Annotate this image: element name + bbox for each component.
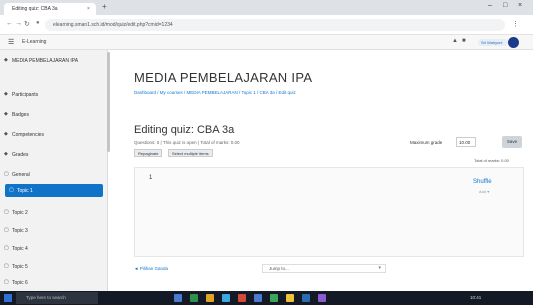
drawer-item-participants[interactable]: ◆ Participants <box>0 88 106 101</box>
drawer-item-badges[interactable]: ◆ Badges <box>0 108 106 121</box>
close-window-icon[interactable]: × <box>518 2 522 9</box>
total-marks: Total of marks: 0.00 <box>474 158 509 163</box>
app-icon[interactable] <box>238 294 246 302</box>
prev-activity-link[interactable]: ◄ Pilihan Ganda <box>134 266 168 271</box>
drawer-item-general[interactable]: ▢ General <box>0 168 106 181</box>
drawer-item-grades[interactable]: ◆ Grades <box>0 148 106 161</box>
tab-close-icon[interactable]: × <box>87 6 90 12</box>
nav-drawer: ◆ MEDIA PEMBELAJARAN IPA ◆ Participants ◆ B… <box>0 50 108 291</box>
menu-icon[interactable]: ☰ <box>8 38 14 46</box>
course-title: MEDIA PEMBELAJARAN IPA <box>134 70 313 85</box>
site-navbar: ☰ E-Learning ▲ ■ Sri Wahyuni <box>0 35 533 50</box>
new-tab-icon[interactable]: + <box>102 3 107 11</box>
browser-tab-strip: Editing quiz: CBA 3a × + – □ × <box>0 0 533 15</box>
site-name[interactable]: E-Learning <box>22 39 46 45</box>
edge-icon[interactable] <box>222 294 230 302</box>
drawer-item-topic-2[interactable]: ▢ Topic 2 <box>0 206 106 219</box>
shuffle-checkbox[interactable]: Shuffle <box>473 179 492 185</box>
back-icon[interactable]: ← <box>6 20 13 27</box>
breadcrumb[interactable]: Dashboard / My courses / MEDIA PEMBELAJA… <box>134 90 296 95</box>
avatar[interactable] <box>508 37 519 48</box>
grades-icon: ◆ <box>4 151 8 157</box>
quiz-page-panel: 1 Shuffle Add ▾ <box>134 167 524 257</box>
page-number: 1 <box>149 175 153 181</box>
save-button[interactable]: Save <box>502 136 522 148</box>
badge-icon: ◆ <box>4 111 8 117</box>
browser-tab[interactable]: Editing quiz: CBA 3a × <box>4 3 96 15</box>
taskbar-search-input[interactable]: Type here to search <box>16 292 98 304</box>
course-icon: ◆ <box>4 57 8 63</box>
messages-icon[interactable]: ■ <box>462 38 466 44</box>
add-menu[interactable]: Add ▾ <box>479 189 489 194</box>
drawer-item-course[interactable]: ◆ MEDIA PEMBELAJARAN IPA <box>0 54 106 67</box>
app-icon[interactable] <box>190 294 198 302</box>
excel-icon[interactable] <box>270 294 278 302</box>
task-view-icon[interactable] <box>174 294 182 302</box>
folder-icon: ▢ <box>4 279 9 285</box>
drawer-item-topic-3[interactable]: ▢ Topic 3 <box>0 224 106 237</box>
drawer-item-topic-4[interactable]: ▢ Topic 4 <box>0 242 106 255</box>
url-input[interactable]: elearning.sman1.sch.id/mod/quiz/edit.php… <box>45 19 505 31</box>
folder-icon: ▢ <box>4 171 9 177</box>
main-content: MEDIA PEMBELAJARAN IPA Dashboard / My co… <box>110 50 533 291</box>
notifications-icon[interactable]: ▲ <box>452 38 458 44</box>
check-icon: ◆ <box>4 131 8 137</box>
app-icon[interactable] <box>302 294 310 302</box>
address-bar: ← → ↻ ● elearning.sman1.sch.id/mod/quiz/… <box>0 15 533 35</box>
drawer-item-topic-1[interactable]: ▢ Topic 1 <box>5 184 103 197</box>
page-title: Editing quiz: CBA 3a <box>134 124 235 136</box>
repaginate-button[interactable]: Repaginate <box>134 149 163 157</box>
max-grade-input[interactable]: 10.00 <box>456 137 476 147</box>
select-multiple-button[interactable]: Select multiple items <box>168 149 213 157</box>
file-explorer-icon[interactable] <box>206 294 214 302</box>
drawer-item-topic-5[interactable]: ▢ Topic 5 <box>0 260 106 273</box>
forward-icon[interactable]: → <box>15 20 22 27</box>
max-grade-label: Maximum grade <box>410 140 443 145</box>
folder-icon: ▢ <box>4 227 9 233</box>
system-clock[interactable]: 10:41 <box>470 295 481 300</box>
folder-icon: ▢ <box>9 187 14 193</box>
taskbar: Type here to search 10:41 <box>0 291 533 305</box>
maximize-icon[interactable]: □ <box>503 2 507 9</box>
users-icon: ◆ <box>4 91 8 97</box>
folder-icon: ▢ <box>4 263 9 269</box>
reload-icon[interactable]: ↻ <box>24 20 30 28</box>
chevron-down-icon: ▾ <box>378 265 381 271</box>
lock-icon: ● <box>36 20 40 26</box>
user-menu[interactable]: Sri Wahyuni <box>478 39 508 46</box>
folder-icon: ▢ <box>4 209 9 215</box>
windows-start-icon[interactable] <box>4 294 12 302</box>
word-icon[interactable] <box>254 294 262 302</box>
extensions-icon[interactable]: ⋮ <box>512 20 519 28</box>
drawer-item-topic-6[interactable]: ▢ Topic 6 <box>0 276 106 289</box>
minimize-icon[interactable]: – <box>488 2 492 9</box>
chrome-icon[interactable] <box>286 294 294 302</box>
app-icon[interactable] <box>318 294 326 302</box>
browser-tab-title: Editing quiz: CBA 3a <box>12 6 58 12</box>
drawer-item-competencies[interactable]: ◆ Competencies <box>0 128 106 141</box>
jump-to-select[interactable]: Jump to... ▾ <box>262 264 386 273</box>
quiz-status-text: Questions: 0 | This quiz is open | Total… <box>134 140 240 145</box>
folder-icon: ▢ <box>4 245 9 251</box>
